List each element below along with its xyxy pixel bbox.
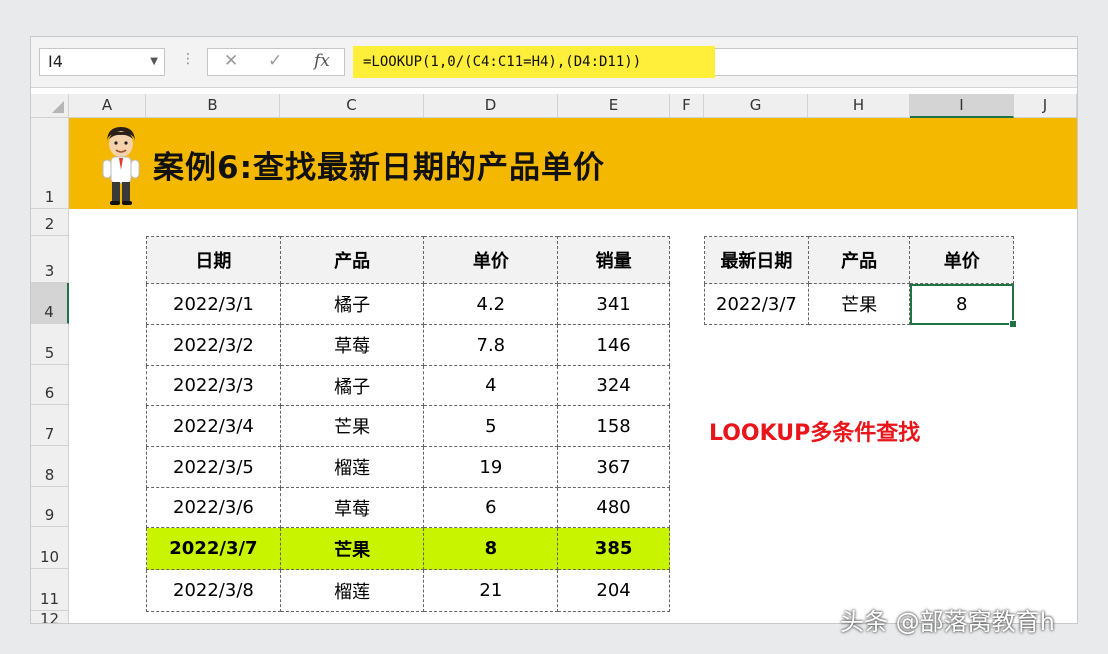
row-header-6[interactable]: 6 (31, 365, 69, 405)
column-header-h[interactable]: H (808, 94, 910, 118)
qty-cell[interactable]: 158 (557, 405, 670, 447)
header-product[interactable]: 产品 (279, 236, 425, 284)
column-header-e[interactable]: E (558, 94, 670, 118)
qty-cell[interactable]: 367 (557, 446, 670, 488)
column-header-g[interactable]: G (704, 94, 808, 118)
selected-price-cell[interactable]: 8 (909, 283, 1017, 328)
product-cell[interactable]: 芒果 (279, 527, 425, 570)
row-header-12[interactable]: 12 (31, 610, 69, 623)
annotation-note: LOOKUP多条件查找 (709, 421, 921, 446)
table-row: 2022/3/4 芒果 5 158 (146, 405, 670, 447)
table-row: 2022/3/5 榴莲 19 367 (146, 446, 670, 488)
qty-cell[interactable]: 204 (557, 569, 670, 612)
cancel-icon[interactable]: ✕ (224, 51, 238, 71)
date-cell[interactable]: 2022/3/3 (146, 365, 281, 406)
product-cell[interactable]: 橘子 (279, 283, 425, 325)
date-cell[interactable]: 2022/3/5 (146, 446, 281, 488)
column-header-c[interactable]: C (280, 94, 424, 118)
lookup-table: 最新日期 产品 单价 2022/3/7 芒果 8 (704, 236, 1017, 328)
product-cell[interactable]: 草莓 (279, 487, 425, 528)
header-date[interactable]: 日期 (146, 236, 281, 284)
formula-input[interactable]: =LOOKUP(1,0/(C4:C11=H4),(D4:D11)) (353, 46, 715, 78)
table-row: 2022/3/1 橘子 4.2 341 (146, 283, 670, 325)
qty-cell[interactable]: 324 (557, 365, 670, 406)
date-cell[interactable]: 2022/3/6 (146, 487, 281, 528)
insert-function-icon[interactable]: fx (314, 51, 330, 71)
chevron-down-icon[interactable]: ▼ (150, 49, 158, 75)
row-header-3[interactable]: 3 (31, 236, 69, 283)
header-product[interactable]: 产品 (807, 236, 911, 284)
column-header-d[interactable]: D (424, 94, 558, 118)
price-cell[interactable]: 19 (423, 446, 559, 488)
table-header-row: 日期 产品 单价 销量 (146, 236, 670, 284)
price-cell[interactable]: 4.2 (423, 283, 559, 325)
name-box[interactable]: I4 ▼ (39, 48, 165, 76)
row-header-1[interactable]: 1 (31, 118, 69, 209)
product-cell[interactable]: 芒果 (279, 405, 425, 447)
header-price[interactable]: 单价 (423, 236, 559, 284)
price-cell[interactable]: 5 (423, 405, 559, 447)
column-header-f[interactable]: F (670, 94, 704, 118)
formula-bar: I4 ▼ ⋮ ✕ ✓ fx =LOOKUP(1,0/(C4:C11=H4),(D… (31, 37, 1077, 88)
column-header-j[interactable]: J (1014, 94, 1077, 118)
formula-buttons: ✕ ✓ fx (207, 48, 345, 76)
column-header-i[interactable]: I (910, 94, 1014, 118)
row-header-10[interactable]: 10 (31, 527, 69, 569)
row-header-9[interactable]: 9 (31, 487, 69, 527)
mascot-icon (102, 127, 140, 205)
more-options-icon[interactable]: ⋮ (181, 51, 195, 67)
highlighted-table-row: 2022/3/7 芒果 8 385 (146, 527, 670, 570)
spreadsheet-window: I4 ▼ ⋮ ✕ ✓ fx =LOOKUP(1,0/(C4:C11=H4),(D… (30, 36, 1078, 624)
selected-price-value: 8 (955, 293, 968, 315)
confirm-icon[interactable]: ✓ (268, 51, 282, 71)
price-cell[interactable]: 6 (423, 487, 559, 528)
date-cell[interactable]: 2022/3/4 (146, 405, 281, 447)
table-row: 2022/3/2 草莓 7.8 146 (146, 324, 670, 366)
qty-cell[interactable]: 146 (557, 324, 670, 366)
product-cell[interactable]: 榴莲 (279, 446, 425, 488)
fill-handle[interactable] (1009, 320, 1017, 328)
price-cell[interactable]: 4 (423, 365, 559, 406)
row-header-8[interactable]: 8 (31, 446, 69, 487)
lookup-result-row: 2022/3/7 芒果 8 (704, 283, 1017, 328)
table-row: 2022/3/3 橘子 4 324 (146, 365, 670, 406)
row-header-2[interactable]: 2 (31, 209, 69, 236)
header-price[interactable]: 单价 (909, 236, 1014, 284)
qty-cell[interactable]: 341 (557, 283, 670, 325)
header-latest-date[interactable]: 最新日期 (704, 236, 809, 284)
title-banner: 案例6:查找最新日期的产品单价 (69, 118, 1077, 209)
price-cell[interactable]: 7.8 (423, 324, 559, 366)
product-cell[interactable]: 草莓 (279, 324, 425, 366)
product-cell[interactable]: 榴莲 (279, 569, 425, 612)
row-header-4[interactable]: 4 (31, 283, 69, 324)
lookup-product-cell[interactable]: 芒果 (807, 283, 911, 325)
qty-cell[interactable]: 385 (557, 527, 670, 570)
row-header-11[interactable]: 11 (31, 569, 69, 611)
name-box-value: I4 (48, 52, 63, 71)
row-header-7[interactable]: 7 (31, 405, 69, 446)
sales-table: 日期 产品 单价 销量 2022/3/1 橘子 4.2 341 2022/3/2… (146, 236, 670, 612)
date-cell[interactable]: 2022/3/7 (146, 527, 281, 570)
row-header-5[interactable]: 5 (31, 324, 69, 365)
header-qty[interactable]: 销量 (557, 236, 670, 284)
column-header-b[interactable]: B (146, 94, 280, 118)
formula-input-extension[interactable] (715, 48, 1077, 76)
select-all-corner[interactable] (31, 94, 69, 118)
table-row: 2022/3/6 草莓 6 480 (146, 487, 670, 528)
latest-date-cell[interactable]: 2022/3/7 (704, 283, 809, 325)
price-cell[interactable]: 8 (423, 527, 559, 570)
date-cell[interactable]: 2022/3/8 (146, 569, 281, 612)
column-header-a[interactable]: A (69, 94, 146, 118)
table-row: 2022/3/8 榴莲 21 204 (146, 569, 670, 612)
date-cell[interactable]: 2022/3/1 (146, 283, 281, 325)
product-cell[interactable]: 橘子 (279, 365, 425, 406)
watermark: 头条 @部落窝教育h (840, 608, 1055, 636)
lookup-header-row: 最新日期 产品 单价 (704, 236, 1014, 284)
date-cell[interactable]: 2022/3/2 (146, 324, 281, 366)
price-cell[interactable]: 21 (423, 569, 559, 612)
qty-cell[interactable]: 480 (557, 487, 670, 528)
banner-title: 案例6:查找最新日期的产品单价 (153, 150, 605, 186)
